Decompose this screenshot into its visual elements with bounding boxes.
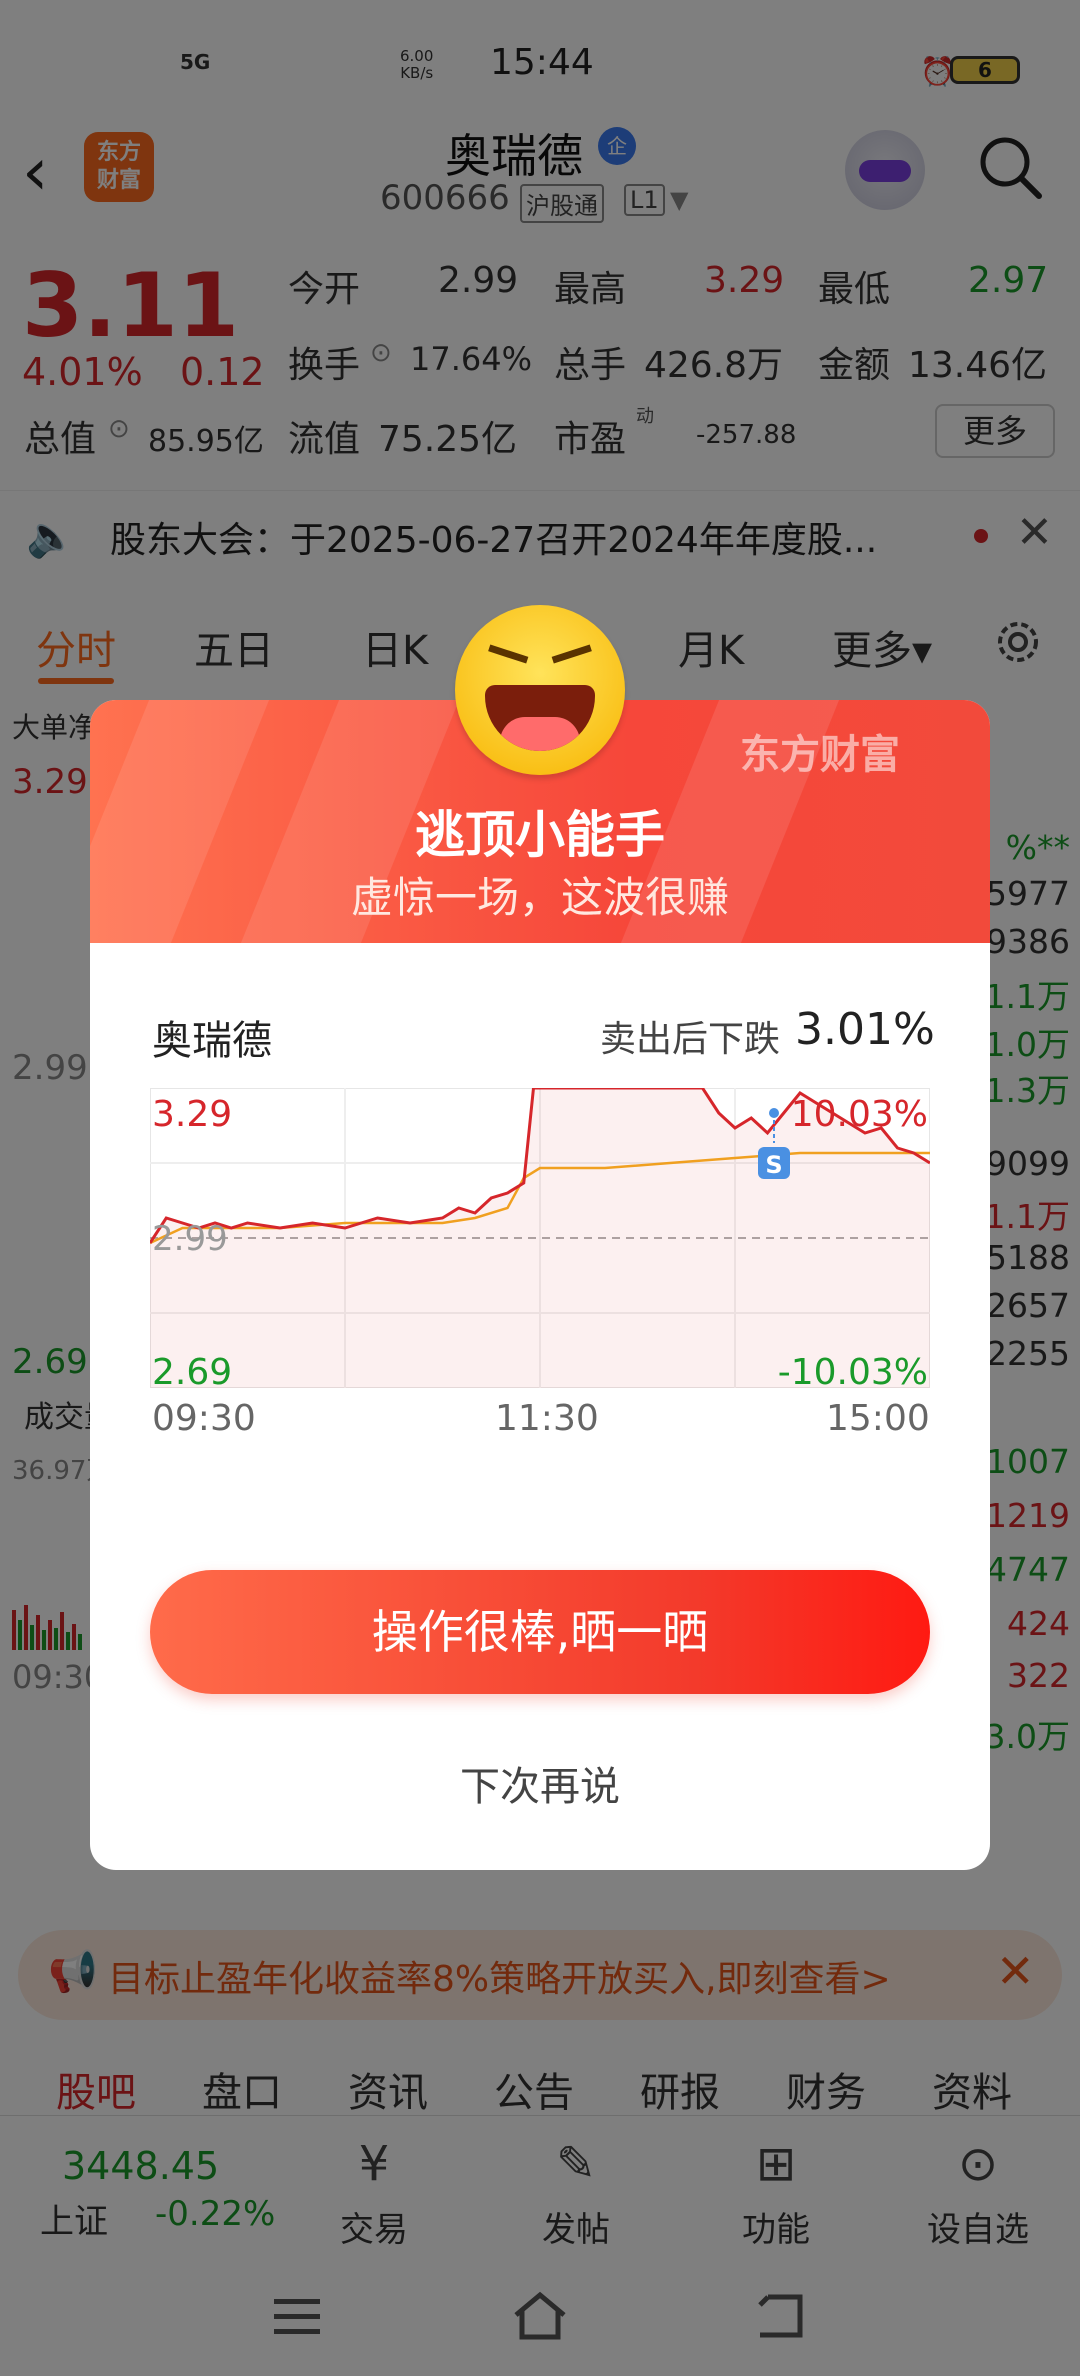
modal-subtitle: 虚惊一场，这波很赚: [350, 873, 729, 922]
x-tick-start: 09:30: [152, 1398, 256, 1439]
y-tick-right-high: 10.03%: [791, 1094, 928, 1135]
sell-marker-label: S: [765, 1151, 782, 1179]
emoji-mouth: [485, 685, 595, 751]
sell-drop-label: 卖出后下跌: [600, 1019, 781, 1060]
emoji-eye: [551, 644, 599, 684]
modal-title: 逃顶小能手: [415, 806, 665, 864]
y-tick-mid: 2.99: [152, 1219, 228, 1259]
mini-intraday-chart: S 3.29 2.99 2.69 10.03% -10.03%: [150, 1088, 930, 1388]
y-tick-low: 2.69: [152, 1352, 232, 1388]
emoji-eye: [481, 644, 529, 684]
sell-drop-value: 3.01%: [795, 1004, 935, 1055]
modal-stock-name: 奥瑞德: [152, 1018, 272, 1064]
sell-marker-dot: [769, 1108, 779, 1118]
share-button[interactable]: 操作很棒,晒一晒: [150, 1570, 930, 1694]
y-tick-right-low: -10.03%: [778, 1352, 928, 1388]
x-tick-end: 15:00: [826, 1398, 930, 1439]
achievement-modal: 东方财富 逃顶小能手 虚惊一场，这波很赚 奥瑞德 卖出后下跌 3.01% S 3.…: [90, 700, 990, 1870]
x-tick-mid: 11:30: [495, 1398, 599, 1439]
later-link[interactable]: 下次再说: [90, 1754, 990, 1812]
laughing-emoji-icon: [455, 605, 625, 775]
y-tick-high: 3.29: [152, 1094, 232, 1135]
brand-watermark: 东方财富: [740, 732, 900, 778]
